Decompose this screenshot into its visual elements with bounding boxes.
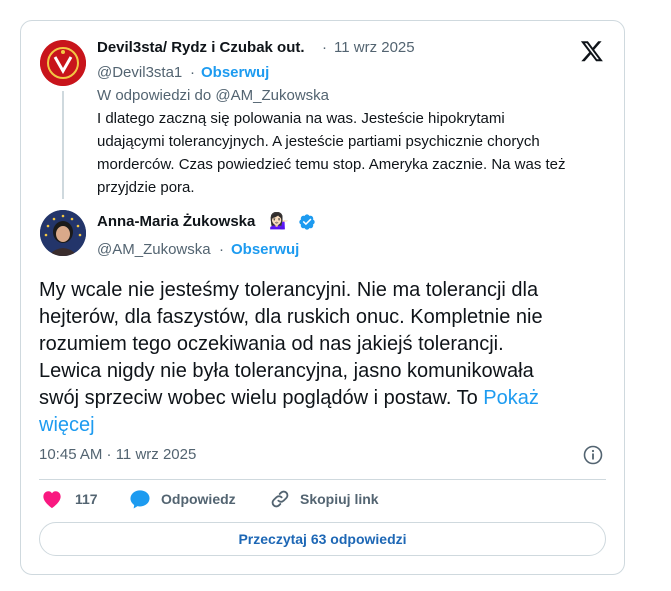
tweet-text-line: przyjdzie pora. <box>97 179 195 196</box>
author-name[interactable]: Anna-Maria Żukowska <box>97 213 255 230</box>
heart-icon <box>41 489 63 509</box>
tweet-text-line: My wcale nie jesteśmy tolerancyjni. Nie … <box>39 279 539 301</box>
verified-badge-icon <box>298 213 316 231</box>
tweet-text-segment: swój sprzeciw wobec wielu poglądów i pos… <box>39 387 484 409</box>
tweet-embed-card: Devil3sta/ Rydz i Czubak out. · 11 wrz 2… <box>20 20 625 575</box>
tweet-text: My wcale nie jesteśmy tolerancyjni. Nie … <box>39 277 599 439</box>
avatar[interactable] <box>40 210 86 256</box>
show-more-link[interactable]: Pokaż <box>483 387 539 409</box>
tweet-text-line: Lewica nigdy nie była tolerancyjna, jasn… <box>39 360 534 382</box>
copy-link-button[interactable]: Skopiuj link <box>270 488 379 510</box>
tweet-text-line: I dlatego zaczną się polowania na was. J… <box>97 110 505 127</box>
author-handle[interactable]: @AM_Zukowska <box>97 241 211 258</box>
tweet-text-line: rozumiem tego oczekiwania od nas jakiejś… <box>39 333 504 355</box>
tweet-text-line: udającymi tolerancyjnych. A jesteście pa… <box>97 133 540 150</box>
tweet-text-line: swój sprzeciw wobec wielu poglądów i pos… <box>39 385 599 412</box>
thread-line <box>62 91 64 199</box>
reply-label: Odpowiedz <box>161 491 236 507</box>
tweet-timestamp[interactable]: 10:45 AM · 11 wrz 2025 <box>39 446 196 463</box>
divider <box>39 479 606 480</box>
link-icon <box>270 489 290 509</box>
info-icon[interactable] <box>583 445 603 465</box>
separator-dot: · <box>190 64 195 81</box>
avatar[interactable] <box>40 40 86 86</box>
emoji-icon: 💁🏻‍♀️ <box>269 211 289 230</box>
like-button[interactable]: 117 <box>41 488 98 510</box>
follow-button[interactable]: Obserwuj <box>201 64 269 81</box>
reply-button[interactable]: Odpowiedz <box>129 488 236 510</box>
in-reply-to[interactable]: W odpowiedzi do @AM_Zukowska <box>97 87 329 104</box>
author-handle[interactable]: @Devil3sta1 <box>97 64 182 81</box>
tweet-text-line: hejterów, dla faszystów, dla ruskich onu… <box>39 306 543 328</box>
author-name[interactable]: Devil3sta/ Rydz i Czubak out. <box>97 39 305 56</box>
reply-bubble-icon <box>129 489 151 509</box>
follow-button[interactable]: Obserwuj <box>231 241 299 258</box>
tweet-date[interactable]: 11 wrz 2025 <box>334 39 415 56</box>
copy-link-label: Skopiuj link <box>300 491 379 507</box>
read-replies-button[interactable]: Przeczytaj 63 odpowiedzi <box>39 522 606 556</box>
tweet-text: I dlatego zaczną się polowania na was. J… <box>97 107 597 199</box>
separator-dot: · <box>322 39 327 56</box>
separator-dot: · <box>219 241 224 258</box>
x-logo-icon[interactable] <box>580 39 604 63</box>
like-count: 117 <box>75 491 98 507</box>
show-more-link-cont[interactable]: więcej <box>39 412 599 439</box>
tweet-text-line: morderców. Czas powiedzieć temu stop. Am… <box>97 156 566 173</box>
